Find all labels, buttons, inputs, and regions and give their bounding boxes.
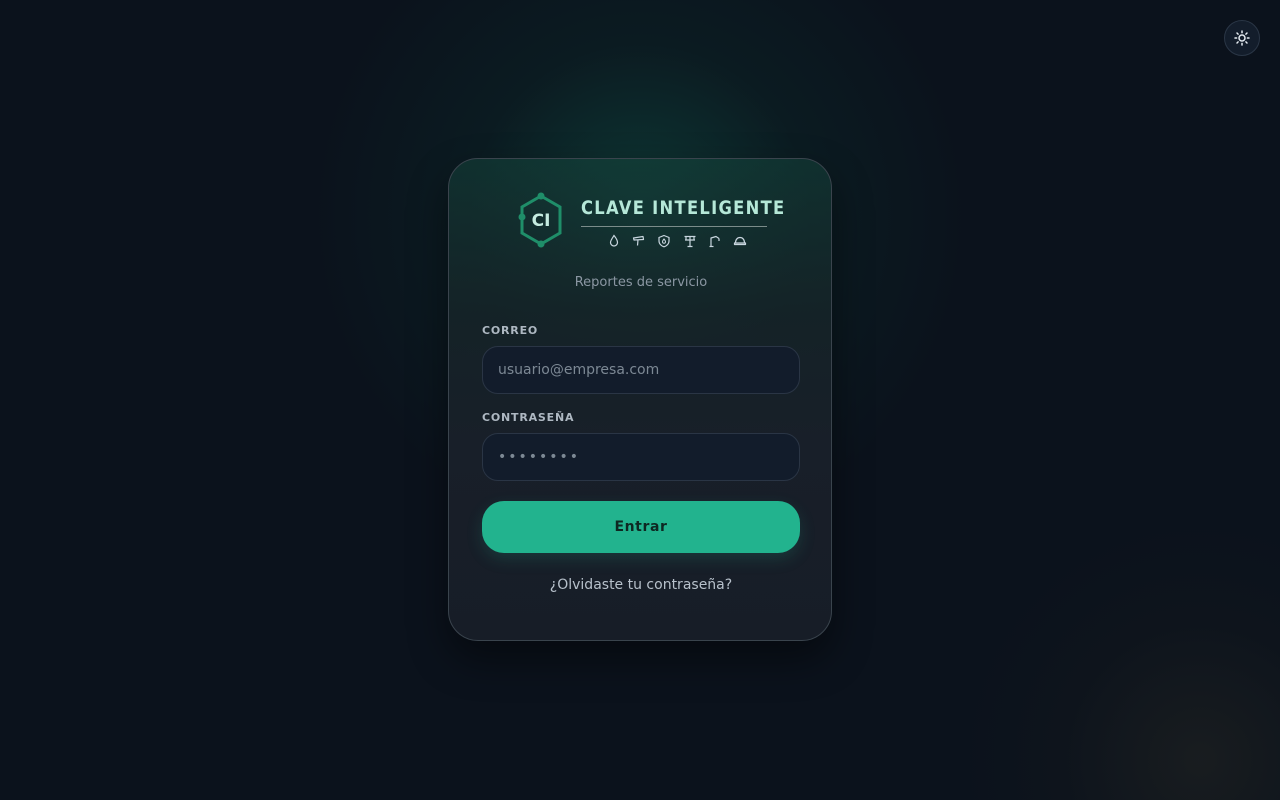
- email-label: CORREO: [482, 324, 539, 337]
- login-button[interactable]: Entrar: [482, 501, 800, 553]
- shield-icon: [657, 233, 671, 248]
- hexagon-logo-icon: CI: [518, 192, 562, 248]
- page-subtitle: Reportes de servicio: [574, 275, 708, 290]
- helmet-icon: [733, 233, 747, 247]
- shower-icon: [632, 233, 646, 247]
- password-label: CONTRASEÑA: [482, 411, 575, 424]
- brand-divider: [581, 226, 767, 227]
- forgot-password-link[interactable]: ¿Olvidaste tu contraseña?: [449, 577, 833, 593]
- sun-icon: [1234, 30, 1250, 46]
- theme-toggle-button[interactable]: [1224, 20, 1260, 56]
- pipe-icon: [708, 233, 722, 248]
- flame-icon: [607, 233, 621, 247]
- brand-icon-row: [607, 233, 747, 248]
- login-card: CI CLAVE INTELIGENTE Reportes de servici…: [448, 158, 832, 641]
- brand-logo: CI CLAVE INTELIGENTE: [517, 191, 786, 251]
- svg-text:CI: CI: [532, 211, 551, 231]
- password-field[interactable]: [482, 433, 800, 481]
- email-field[interactable]: [482, 346, 800, 394]
- faucet-icon: [683, 233, 697, 248]
- brand-name: CLAVE INTELIGENTE: [581, 197, 786, 219]
